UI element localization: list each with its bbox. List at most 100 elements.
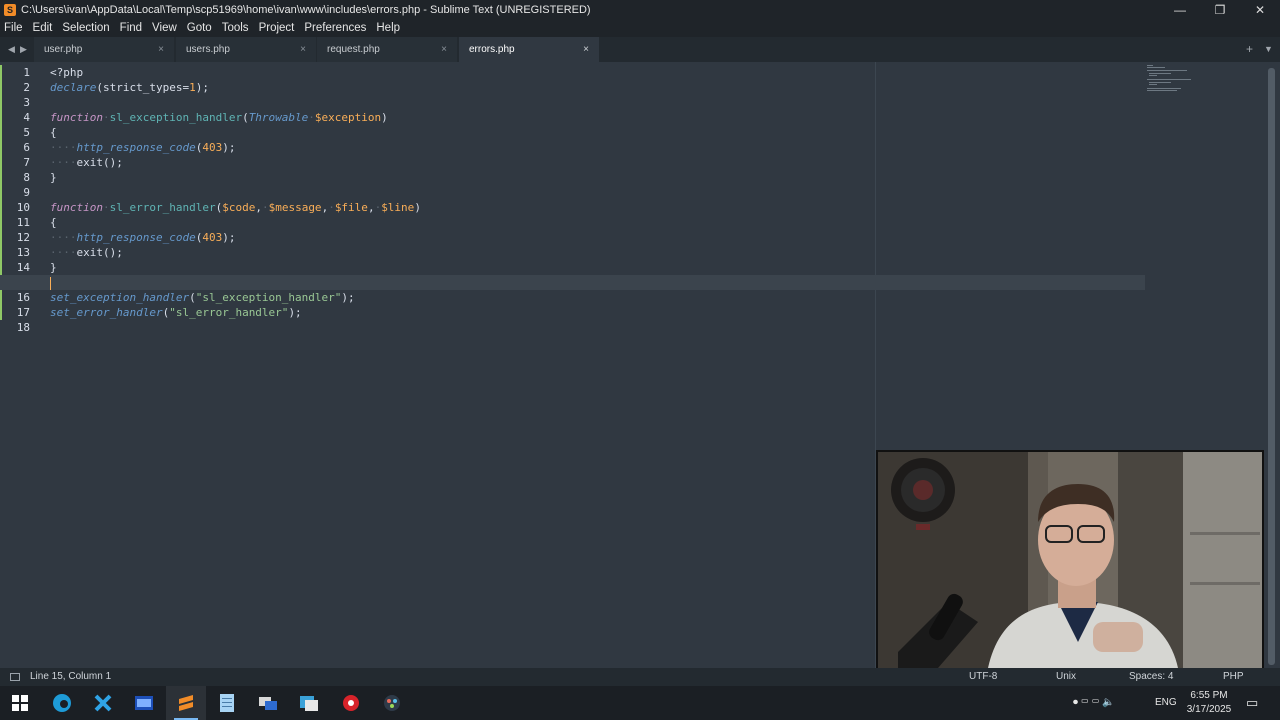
encoding-indicator[interactable]: UTF-8 (969, 668, 997, 686)
record-icon (343, 695, 359, 711)
menu-find[interactable]: Find (116, 22, 146, 34)
token-whitespace: ···· (50, 141, 77, 154)
taskbar-recorder[interactable] (331, 686, 371, 720)
notepad-icon (220, 694, 234, 712)
menu-goto[interactable]: Goto (183, 22, 216, 34)
restore-button[interactable]: ❐ (1200, 3, 1240, 17)
tab-close-icon[interactable]: × (583, 37, 589, 62)
token-text: (); (103, 246, 123, 259)
line-number: 4 (23, 111, 30, 124)
minimap[interactable] (1145, 63, 1265, 95)
status-bar: Line 15, Column 1 UTF-8 Unix Spaces: 4 P… (0, 668, 1280, 686)
tab-users-php[interactable]: users.php × (176, 37, 316, 62)
token-text: (); (103, 156, 123, 169)
line-endings-indicator[interactable]: Unix (1056, 668, 1076, 686)
menu-file[interactable]: File (0, 22, 27, 34)
menu-bar: File Edit Selection Find View Goto Tools… (0, 19, 1280, 37)
clock-time: 6:55 PM (1190, 690, 1228, 701)
close-button[interactable]: ✕ (1240, 3, 1280, 17)
text-cursor (50, 276, 51, 290)
token-text: , (255, 201, 262, 214)
code-line: ····exit(); (50, 245, 1145, 260)
start-button[interactable] (0, 686, 40, 720)
menu-preferences[interactable]: Preferences (300, 22, 370, 34)
tab-user-php[interactable]: user.php × (34, 37, 174, 62)
clock-date: 3/17/2025 (1186, 704, 1232, 715)
token-whitespace: · (261, 201, 269, 214)
token-variable: $code (222, 201, 256, 214)
token-whitespace: ···· (50, 231, 77, 244)
tab-close-icon[interactable]: × (441, 37, 447, 62)
code-line: set_exception_handler("sl_exception_hand… (50, 290, 1145, 305)
tab-close-icon[interactable]: × (158, 37, 164, 62)
token-whitespace: ···· (50, 246, 77, 259)
minimize-button[interactable]: — (1160, 3, 1200, 17)
token-type: Throwable (248, 111, 309, 124)
token-text: ); (222, 231, 236, 244)
code-text[interactable]: <?php declare(strict_types=1); function·… (0, 65, 1145, 335)
syntax-indicator[interactable]: PHP (1223, 668, 1244, 686)
menu-help[interactable]: Help (372, 22, 404, 34)
token-string: "sl_exception_handler" (195, 291, 342, 304)
token-keyword: function (50, 111, 103, 124)
menu-edit[interactable]: Edit (29, 22, 57, 34)
line-number: 2 (23, 81, 30, 94)
token-number: 403 (202, 141, 223, 154)
notification-icon[interactable]: ▭ (1246, 686, 1258, 720)
line-number: 13 (16, 246, 30, 259)
system-clock[interactable]: 6:55 PM 3/17/2025 (1183, 689, 1235, 717)
token-function-call: http_response_code (76, 141, 196, 154)
vertical-scrollbar[interactable] (1268, 68, 1275, 665)
token-function-call: http_response_code (76, 231, 196, 244)
taskbar-file-transfer[interactable] (289, 686, 329, 720)
panel-toggle-icon[interactable] (10, 673, 20, 681)
indentation-indicator[interactable]: Spaces: 4 (1129, 668, 1173, 686)
new-tab-icon[interactable]: + (1246, 37, 1253, 62)
taskbar-video-editor[interactable] (124, 686, 164, 720)
cursor-position[interactable]: Line 15, Column 1 (30, 668, 111, 686)
tab-errors-php[interactable]: errors.php × (459, 37, 599, 62)
token-whitespace: · (102, 111, 110, 124)
line-number: 14 (16, 261, 30, 274)
line-number: 5 (23, 126, 30, 139)
code-line: ····http_response_code(403); (50, 230, 1145, 245)
menu-tools[interactable]: Tools (218, 22, 253, 34)
x-app-icon (94, 694, 112, 712)
taskbar-davinci[interactable] (372, 686, 412, 720)
line-number: 9 (23, 186, 30, 199)
tab-close-icon[interactable]: × (300, 37, 306, 62)
token-function-call: set_exception_handler (50, 291, 190, 304)
film-icon (135, 696, 153, 710)
line-number: 18 (16, 321, 30, 334)
token-text: ); (222, 141, 236, 154)
taskbar-app-x[interactable] (83, 686, 123, 720)
tab-next-icon[interactable]: ▶ (20, 37, 27, 62)
taskbar-notepad[interactable] (207, 686, 247, 720)
code-line: { (50, 215, 1145, 230)
token-text: } (50, 261, 57, 274)
code-line: ····http_response_code(403); (50, 140, 1145, 155)
token-text: ); (195, 81, 209, 94)
code-line: function·sl_error_handler($code,·$messag… (50, 200, 1145, 215)
taskbar-sublime[interactable] (166, 686, 206, 720)
menu-view[interactable]: View (148, 22, 181, 34)
token-number: 1 (189, 81, 196, 94)
language-indicator[interactable]: ENG (1155, 686, 1177, 720)
windows-logo-icon (12, 695, 28, 711)
taskbar-edge[interactable] (42, 686, 82, 720)
tab-list-icon[interactable]: ▼ (1264, 37, 1273, 62)
line-number: 7 (23, 156, 30, 169)
tray-icons[interactable]: ⏺ ▭ ▭ 🔈 (1073, 686, 1115, 720)
code-line: { (50, 125, 1145, 140)
taskbar-network-tool[interactable] (248, 686, 288, 720)
menu-selection[interactable]: Selection (58, 22, 113, 34)
token-text: ( (189, 291, 196, 304)
tab-prev-icon[interactable]: ◀ (8, 37, 15, 62)
token-text: } (50, 171, 57, 184)
tab-request-php[interactable]: request.php × (317, 37, 457, 62)
sublime-text-icon (179, 695, 193, 711)
menu-project[interactable]: Project (255, 22, 299, 34)
token-number: 403 (202, 231, 223, 244)
